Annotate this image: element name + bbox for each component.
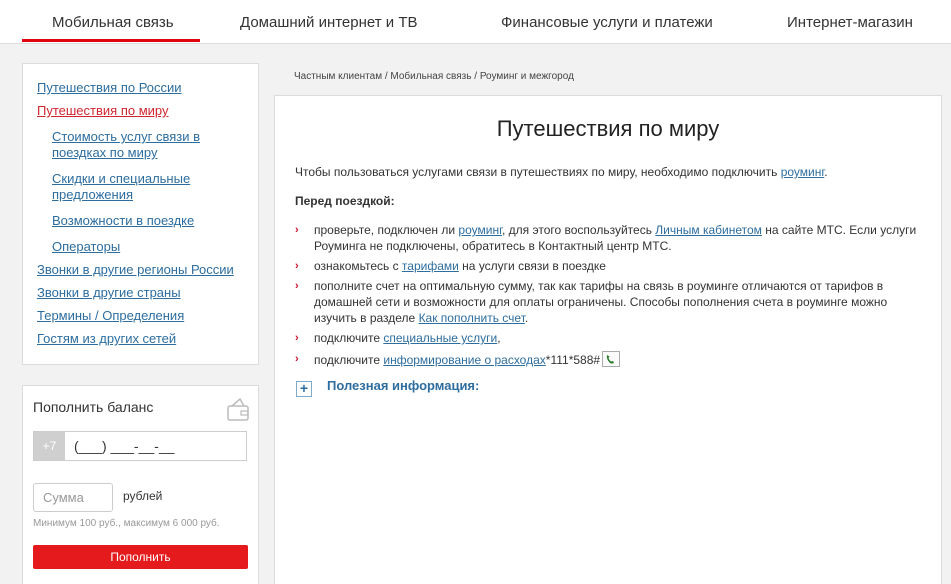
text: подключите [314,331,384,345]
country-code: +7 [34,432,65,460]
list-item-text: пополните счет на оптимальную сумму, так… [314,278,924,326]
personal-account-link[interactable]: Личным кабинетом [655,223,762,237]
sidebar-item-russia-travel[interactable]: Путешествия по России [37,80,182,96]
chevron-right-icon: › [295,280,299,292]
expense-info-link[interactable]: информирование о расходах [383,353,545,367]
sidebar-item-countries-calls[interactable]: Звонки в другие страны [37,285,181,301]
tab-home-internet-tv[interactable]: Домашний интернет и ТВ [240,14,418,31]
useful-info-toggle[interactable]: Полезная информация: [327,378,479,393]
tab-shop[interactable]: Интернет-магазин [787,14,913,31]
list-item-text: подключите информирование о расходах*111… [314,351,924,368]
top-up-widget: Пополнить баланс +7 (___) ___-__-__ Сумм… [22,385,259,584]
roaming-link[interactable]: роуминг [458,223,502,237]
phone-call-icon[interactable] [602,351,621,367]
sidebar-item-world-travel[interactable]: Путешествия по миру [37,103,168,119]
breadcrumb-separator: / [471,71,480,82]
breadcrumb-item[interactable]: Роуминг и межгород [480,71,574,82]
before-trip-heading: Перед поездкой: [295,194,395,208]
text: подключите [314,353,384,367]
expand-plus-icon[interactable]: + [296,381,312,397]
intro-end: . [824,165,828,179]
sidebar-item-guests[interactable]: Гостям из других сетей [37,331,176,347]
text: на услуги связи в поездке [458,259,606,273]
chevron-right-icon: › [295,260,299,272]
breadcrumb-item[interactable]: Мобильная связь [390,71,471,82]
breadcrumb: Частным клиентам / Мобильная связь / Роу… [294,71,574,82]
text: , [497,331,501,345]
how-to-top-up-link[interactable]: Как пополнить счет [419,311,525,325]
amount-input[interactable]: Сумма [33,483,113,512]
tariffs-link[interactable]: тарифами [402,259,459,273]
intro-text: Чтобы пользоваться услугами связи в путе… [295,165,828,179]
active-tab-indicator [22,39,200,42]
phone-mask: (___) ___-__-__ [74,438,175,454]
tab-finance[interactable]: Финансовые услуги и платежи [501,14,713,31]
top-up-button[interactable]: Пополнить [33,545,248,569]
roaming-link[interactable]: роуминг [781,165,825,179]
chevron-right-icon: › [295,224,299,236]
intro-text-body: Чтобы пользоваться услугами связи в путе… [295,165,781,179]
nav-divider [0,43,951,44]
text: , для этого воспользуйтесь [502,223,656,237]
special-services-link[interactable]: специальные услуги [383,331,497,345]
amount-hint: Минимум 100 руб., максимум 6 000 руб. [33,518,220,529]
text: проверьте, подключен ли [314,223,459,237]
list-item-text: проверьте, подключен ли роуминг, для это… [314,222,924,254]
sidebar-item-features[interactable]: Возможности в поездке [52,213,194,229]
text: ознакомьтесь с [314,259,402,273]
text: пополните счет на оптимальную сумму, так… [314,279,888,325]
text: . [524,311,529,325]
sidebar-item-operators[interactable]: Операторы [52,239,120,255]
breadcrumb-item[interactable]: Частным клиентам [294,71,382,82]
main-content: Путешествия по миру Чтобы пользоваться у… [274,95,942,584]
list-item-text: ознакомьтесь с тарифами на услуги связи … [314,258,924,274]
sidebar-item-costs[interactable]: Стоимость услуг связи в поездках по миру [52,129,217,161]
sidebar-item-discounts[interactable]: Скидки и специальные предложения [52,171,217,203]
phone-number-field[interactable]: +7 (___) ___-__-__ [33,431,247,461]
amount-placeholder: Сумма [43,490,84,505]
top-up-title: Пополнить баланс [33,399,154,415]
sidebar-item-terms[interactable]: Термины / Определения [37,308,184,324]
sidebar-menu: Путешествия по России Путешествия по мир… [22,63,259,365]
currency-label: рублей [123,489,163,503]
sidebar-item-regions-calls[interactable]: Звонки в другие регионы России [37,262,234,278]
chevron-right-icon: › [295,353,299,365]
page-title: Путешествия по миру [496,116,720,141]
tab-mobile[interactable]: Мобильная связь [52,14,174,31]
chevron-right-icon: › [295,332,299,344]
list-item-text: подключите специальные услуги, [314,330,924,346]
ussd-code: *111*588# [545,353,601,367]
top-navigation: Мобильная связь Домашний интернет и ТВ Ф… [0,0,951,44]
wallet-icon [227,397,249,421]
